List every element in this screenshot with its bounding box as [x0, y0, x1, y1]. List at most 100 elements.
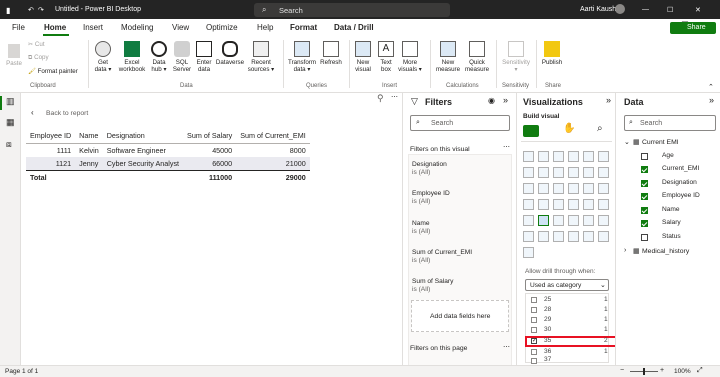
enter-data-button[interactable]: Enter data — [194, 41, 214, 73]
stacked-bar-chart-icon[interactable] — [523, 151, 534, 162]
list-item-checkbox[interactable] — [531, 297, 537, 303]
transform-data-button[interactable]: Transform data ▾ — [286, 41, 318, 73]
decomposition-tree-icon[interactable] — [523, 231, 534, 242]
minimize-icon[interactable]: — — [642, 6, 649, 13]
card-icon[interactable] — [568, 199, 579, 210]
more-options-icon[interactable]: ⋯ — [503, 143, 510, 151]
zoom-in-icon[interactable]: + — [660, 367, 664, 374]
chevron-down-icon[interactable]: ⌄ — [624, 138, 630, 146]
refresh-button[interactable]: Refresh — [318, 41, 344, 66]
field-checkbox-checked[interactable] — [641, 207, 648, 214]
collapse-ribbon-icon[interactable]: ⌃ — [708, 83, 714, 91]
zoom-out-icon[interactable]: − — [620, 367, 624, 374]
list-item-checkbox[interactable] — [531, 307, 537, 313]
donut-chart-icon[interactable] — [568, 183, 579, 194]
field-checkbox-checked[interactable] — [641, 193, 648, 200]
list-item-checkbox[interactable] — [531, 358, 537, 364]
power-apps-icon[interactable] — [583, 231, 594, 242]
map-icon[interactable] — [598, 183, 609, 194]
list-item-checkbox-checked[interactable]: ✓ — [531, 338, 537, 344]
table-view-icon[interactable]: ▦ — [6, 117, 15, 128]
report-canvas[interactable]: ⚲ ⋯ ‹ Back to report Employee ID Name De… — [21, 93, 402, 365]
field-name[interactable]: Age — [662, 152, 674, 159]
more-options-icon[interactable]: ⋯ — [503, 343, 510, 351]
eye-icon[interactable]: ◉ — [488, 96, 495, 105]
format-visual-icon[interactable]: ✋ — [563, 123, 575, 134]
undo-icon[interactable]: ↶ — [28, 6, 34, 14]
paginated-report-icon[interactable] — [568, 231, 579, 242]
table-visual-icon[interactable] — [538, 215, 549, 226]
menu-view[interactable]: View — [172, 23, 189, 32]
new-visual-button[interactable]: New visual — [352, 41, 374, 73]
field-checkbox[interactable] — [641, 234, 648, 241]
percent-column-chart-icon[interactable] — [598, 151, 609, 162]
field-name[interactable]: Status — [662, 233, 681, 240]
field-name[interactable]: Designation — [662, 179, 697, 186]
line-column-chart-icon[interactable] — [568, 167, 579, 178]
share-button[interactable]: Share — [670, 22, 716, 34]
paste-button[interactable]: Paste — [5, 44, 23, 67]
field-name[interactable]: Current_EMI — [662, 165, 699, 172]
publish-button[interactable]: Publish — [540, 41, 564, 66]
filter-card[interactable]: Sum of Salary is (All) — [412, 278, 510, 294]
list-item-checkbox[interactable] — [531, 349, 537, 355]
avatar[interactable] — [615, 4, 625, 14]
get-data-button[interactable]: Get data ▾ — [92, 41, 114, 73]
close-icon[interactable]: ✕ — [695, 6, 701, 14]
line-chart-icon[interactable] — [523, 167, 534, 178]
dataverse-button[interactable]: Dataverse — [215, 41, 245, 66]
collapse-pane-icon[interactable]: » — [606, 95, 611, 105]
sql-server-button[interactable]: SQL Server — [172, 41, 192, 73]
analytics-icon[interactable]: ⌕ — [597, 123, 603, 134]
table-name[interactable]: Current EMI — [642, 139, 679, 146]
data-hub-button[interactable]: Data hub ▾ — [148, 41, 170, 73]
data-search-box[interactable]: ⌕ Search — [624, 115, 716, 131]
funnel-icon[interactable] — [523, 183, 534, 194]
field-checkbox[interactable] — [641, 153, 648, 160]
field-checkbox-checked[interactable] — [641, 166, 648, 173]
column-header[interactable]: Designation — [102, 128, 184, 144]
more-options-icon[interactable]: ⋯ — [391, 93, 398, 101]
table-row[interactable]: 1111 Kelvin Software Engineer 45000 8000 — [26, 143, 310, 157]
filter-card[interactable]: Name is (All) — [412, 220, 510, 236]
filters-search-box[interactable]: ⌕ Search — [410, 115, 510, 131]
list-item-checkbox[interactable] — [531, 327, 537, 333]
field-checkbox-checked[interactable] — [641, 180, 648, 187]
smart-narrative-icon[interactable] — [553, 231, 564, 242]
new-measure-button[interactable]: New measure — [434, 41, 462, 73]
menu-home[interactable]: Home — [44, 23, 66, 32]
scatter-chart-icon[interactable] — [538, 183, 549, 194]
column-header[interactable]: Employee ID — [26, 128, 76, 144]
table-name[interactable]: Medical_history — [642, 248, 689, 255]
clustered-column-chart-icon[interactable] — [568, 151, 579, 162]
zoom-slider-handle[interactable] — [643, 368, 645, 375]
treemap-icon[interactable] — [583, 183, 594, 194]
back-arrow-icon[interactable]: ‹ — [31, 108, 34, 117]
menu-data-drill[interactable]: Data / Drill — [334, 23, 374, 32]
r-visual-icon[interactable] — [568, 215, 579, 226]
maximize-icon[interactable]: ☐ — [667, 6, 673, 14]
multi-row-card-icon[interactable] — [583, 199, 594, 210]
matrix-icon[interactable] — [553, 215, 564, 226]
filter-card[interactable]: Designation is (All) — [412, 161, 510, 177]
drill-value-list[interactable]: 25 1 28 1 29 1 30 1 ✓ 35 2 36 1 37 — [525, 293, 617, 364]
stacked-area-chart-icon[interactable] — [553, 167, 564, 178]
field-checkbox-checked[interactable] — [641, 220, 648, 227]
copy-button[interactable]: ⧉ Copy — [28, 54, 49, 61]
excel-workbook-button[interactable]: Excel workbook — [116, 41, 148, 73]
kpi-icon[interactable] — [598, 199, 609, 210]
filled-map-icon[interactable] — [523, 199, 534, 210]
menu-modeling[interactable]: Modeling — [121, 23, 153, 32]
table-visual[interactable]: Employee ID Name Designation Sum of Sala… — [26, 128, 310, 184]
format-painter-button[interactable]: 🖌 Format painter — [28, 68, 78, 75]
column-header[interactable]: Name — [75, 128, 103, 144]
back-to-report-link[interactable]: Back to report — [46, 110, 88, 117]
qa-icon[interactable] — [538, 231, 549, 242]
gauge-icon[interactable] — [553, 199, 564, 210]
list-item-checkbox[interactable] — [531, 317, 537, 323]
field-name[interactable]: Salary — [662, 219, 681, 226]
ribbon-chart-icon[interactable] — [583, 167, 594, 178]
chevron-right-icon[interactable]: › — [624, 247, 626, 254]
key-influencers-icon[interactable] — [598, 215, 609, 226]
sensitivity-button[interactable]: Sensitivity ▾ — [500, 41, 532, 73]
